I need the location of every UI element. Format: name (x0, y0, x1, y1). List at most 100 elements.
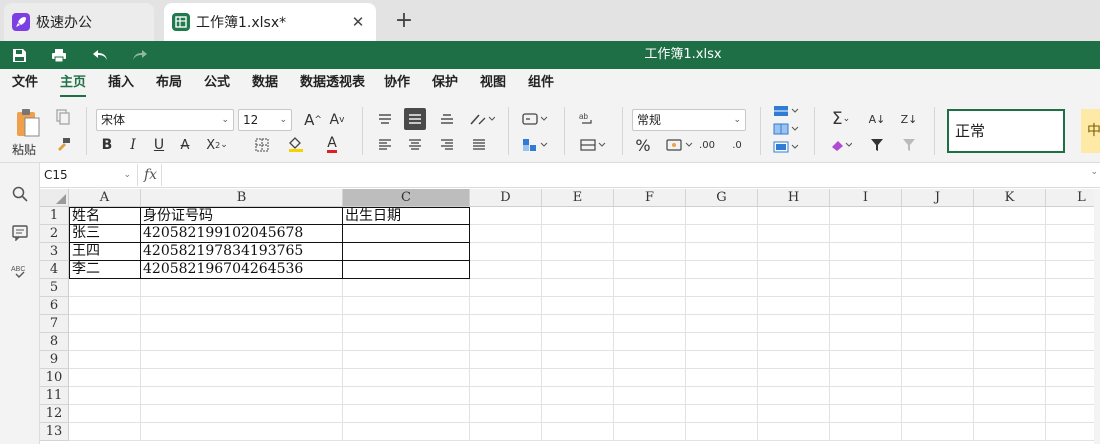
cell-b10[interactable] (141, 369, 343, 387)
cell-g3[interactable] (686, 243, 758, 261)
cell-e8[interactable] (542, 333, 614, 351)
cell-i8[interactable] (830, 333, 902, 351)
cell-g13[interactable] (686, 423, 758, 441)
cell-j13[interactable] (902, 423, 974, 441)
cell-k1[interactable] (974, 207, 1046, 225)
tab-app-home[interactable]: 极速办公 (4, 3, 154, 41)
tab-protect[interactable]: 保护 (432, 69, 458, 99)
cell-h5[interactable] (758, 279, 830, 297)
cell-g4[interactable] (686, 261, 758, 279)
conditional-format-icon[interactable] (770, 103, 802, 119)
sort-descending-icon[interactable]: Z↓ (898, 109, 920, 129)
cell-k3[interactable] (974, 243, 1046, 261)
cell-h4[interactable] (758, 261, 830, 279)
cell-h6[interactable] (758, 297, 830, 315)
cell-h10[interactable] (758, 369, 830, 387)
spreadsheet-grid[interactable]: A B C D E F G H I J K L 1 姓名 身份证号码 出生日期 2 张三 4205821991020… (40, 189, 1094, 444)
column-header-c[interactable]: C (343, 189, 470, 207)
cell-l2[interactable] (1046, 225, 1094, 243)
cell-g5[interactable] (686, 279, 758, 297)
align-center-icon[interactable] (404, 135, 426, 155)
align-middle-icon[interactable] (404, 108, 426, 130)
tab-workbook[interactable]: 工作簿1.xlsx* ✕ (164, 3, 376, 41)
clear-filter-icon[interactable] (898, 135, 920, 155)
cell-a13[interactable] (69, 423, 141, 441)
cell-d4[interactable] (470, 261, 542, 279)
font-name-select[interactable]: 宋体 ⌄ (96, 109, 234, 131)
cell-c5[interactable] (343, 279, 470, 297)
autosum-icon[interactable]: Σ ⌄ (826, 109, 856, 129)
cell-a10[interactable] (69, 369, 141, 387)
cell-d6[interactable] (470, 297, 542, 315)
cell-e4[interactable] (542, 261, 614, 279)
cell-c6[interactable] (343, 297, 470, 315)
tab-data[interactable]: 数据 (252, 69, 278, 99)
cell-j10[interactable] (902, 369, 974, 387)
cell-h11[interactable] (758, 387, 830, 405)
cell-d7[interactable] (470, 315, 542, 333)
cell-f4[interactable] (614, 261, 686, 279)
cell-k12[interactable] (974, 405, 1046, 423)
cell-l11[interactable] (1046, 387, 1094, 405)
align-bottom-icon[interactable] (436, 109, 458, 129)
cell-b12[interactable] (141, 405, 343, 423)
cell-d12[interactable] (470, 405, 542, 423)
cell-c8[interactable] (343, 333, 470, 351)
cell-f2[interactable] (614, 225, 686, 243)
search-icon[interactable] (9, 183, 31, 205)
text-orientation-icon[interactable] (466, 109, 498, 129)
vertical-scrollbar[interactable] (1094, 189, 1100, 444)
cell-e11[interactable] (542, 387, 614, 405)
fill-color-icon[interactable] (282, 133, 310, 155)
cell-a7[interactable] (69, 315, 141, 333)
subscript-icon[interactable]: X 2 ⌄ (202, 135, 232, 155)
cell-l6[interactable] (1046, 297, 1094, 315)
cell-f3[interactable] (614, 243, 686, 261)
bold-icon[interactable]: B (98, 135, 116, 155)
column-header-i[interactable]: I (830, 189, 902, 207)
cell-a8[interactable] (69, 333, 141, 351)
format-painter-icon[interactable] (54, 135, 72, 155)
cell-f12[interactable] (614, 405, 686, 423)
cell-b7[interactable] (141, 315, 343, 333)
cell-a6[interactable] (69, 297, 141, 315)
cell-e9[interactable] (542, 351, 614, 369)
cell-format-icon[interactable] (518, 109, 552, 129)
cell-d8[interactable] (470, 333, 542, 351)
cell-i2[interactable] (830, 225, 902, 243)
row-header-1[interactable]: 1 (40, 207, 69, 225)
tab-home[interactable]: 主页 (60, 69, 87, 99)
cell-f1[interactable] (614, 207, 686, 225)
cell-d13[interactable] (470, 423, 542, 441)
cell-c9[interactable] (343, 351, 470, 369)
cell-l1[interactable] (1046, 207, 1094, 225)
column-header-e[interactable]: E (542, 189, 614, 207)
cell-f11[interactable] (614, 387, 686, 405)
cell-j6[interactable] (902, 297, 974, 315)
cell-l5[interactable] (1046, 279, 1094, 297)
cell-a3[interactable]: 王四 (69, 243, 141, 261)
increase-font-icon[interactable]: A ^ (303, 109, 323, 131)
cell-i5[interactable] (830, 279, 902, 297)
cell-k4[interactable] (974, 261, 1046, 279)
row-header-12[interactable]: 12 (40, 405, 69, 423)
cell-g7[interactable] (686, 315, 758, 333)
align-top-icon[interactable] (374, 109, 396, 129)
font-color-icon[interactable]: A (318, 133, 346, 155)
tab-insert[interactable]: 插入 (108, 69, 134, 99)
cell-b13[interactable] (141, 423, 343, 441)
cell-j5[interactable] (902, 279, 974, 297)
format-as-table-icon[interactable] (770, 121, 802, 137)
number-format-select[interactable]: 常规 ⌄ (632, 109, 746, 131)
tab-pivot-table[interactable]: 数据透视表 (300, 69, 365, 99)
cell-b11[interactable] (141, 387, 343, 405)
cell-c13[interactable] (343, 423, 470, 441)
cell-k6[interactable] (974, 297, 1046, 315)
cell-b1[interactable]: 身份证号码 (141, 207, 343, 225)
cell-style-normal[interactable]: 正常 (947, 109, 1065, 153)
cell-g10[interactable] (686, 369, 758, 387)
cell-a9[interactable] (69, 351, 141, 369)
cell-l8[interactable] (1046, 333, 1094, 351)
cell-l13[interactable] (1046, 423, 1094, 441)
cell-k2[interactable] (974, 225, 1046, 243)
